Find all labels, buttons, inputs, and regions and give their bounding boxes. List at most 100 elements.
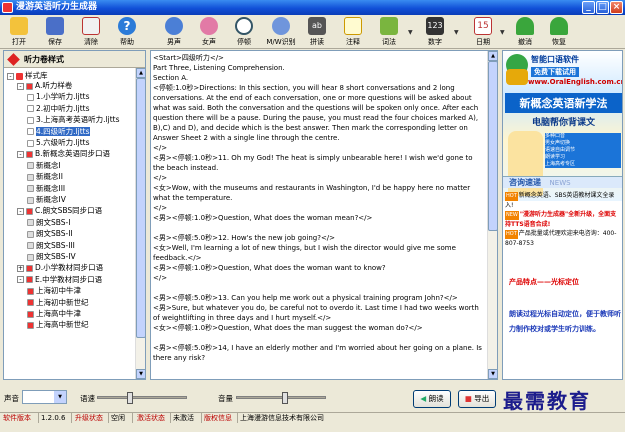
male-icon: [165, 17, 183, 35]
ad-url: www.OralEnglish.com.cn: [528, 78, 623, 86]
ad-panel[interactable]: 智能口语软件 免费下载试用 www.OralEnglish.com.cn 新概念…: [502, 50, 623, 380]
tree-item-label: 朗文SBS-IV: [36, 252, 76, 261]
undo-button[interactable]: 撤消: [508, 17, 542, 49]
digit-button[interactable]: 123 数字: [418, 17, 452, 49]
date-button[interactable]: 15 日期: [466, 17, 500, 49]
tree-item-label: 朗文SBS-I: [36, 217, 71, 227]
watermark: 最需教育: [503, 389, 591, 413]
scroll-down-icon[interactable]: ▼: [488, 369, 497, 379]
tree-root[interactable]: - 样式库: [7, 71, 48, 81]
tree-item[interactable]: - E.中学教材同步口语: [17, 275, 102, 285]
tree-item[interactable]: - B.新概念英语同步口语: [17, 149, 110, 159]
sidebar-scrollbar[interactable]: ▲ ▼: [135, 68, 146, 379]
collapse-icon[interactable]: -: [17, 276, 24, 284]
mw-detect-button[interactable]: M/W识别: [264, 17, 298, 49]
collapse-icon[interactable]: -: [17, 150, 24, 158]
tree-item[interactable]: 新概念III: [27, 184, 65, 194]
export-button[interactable]: ■ 导出: [458, 390, 496, 408]
tree-item[interactable]: 朗文SBS-IV: [27, 252, 76, 262]
news-item[interactable]: HOT 新概念英语、SBS英语教材课文全录入!: [505, 191, 622, 210]
read-button[interactable]: ◀ 朗读: [413, 390, 451, 408]
calendar-icon: 15: [474, 17, 492, 35]
redo-button[interactable]: 恢复: [542, 17, 576, 49]
vocab-button[interactable]: 词法: [372, 17, 406, 49]
collapse-icon[interactable]: -: [17, 207, 24, 215]
speed-slider[interactable]: [97, 392, 187, 404]
scroll-thumb[interactable]: [136, 78, 146, 338]
tree-item[interactable]: + D.小学教材同步口语: [17, 263, 103, 273]
window-controls: _ □ ×: [582, 1, 623, 14]
scroll-up-icon[interactable]: ▲: [488, 51, 497, 61]
spell-button[interactable]: ab 拼读: [300, 17, 334, 49]
maximize-button[interactable]: □: [596, 1, 609, 14]
folder-icon: [26, 207, 33, 215]
tree-item[interactable]: 朗文SBS-II: [27, 229, 73, 239]
news-list: HOT 新概念英语、SBS英语教材课文全录入! NEW "漫游听力生成器"全新升级，…: [505, 191, 622, 248]
clock-icon: [235, 17, 253, 35]
tree-item[interactable]: 上海高中新世纪: [27, 320, 89, 330]
collapse-icon[interactable]: -: [17, 82, 24, 90]
scroll-thumb[interactable]: [488, 61, 497, 231]
tree-item-label: C.朗文SBS同步口语: [35, 206, 103, 216]
title-bar: 漫游英语听力生成器 _ □ ×: [0, 0, 625, 15]
tree-item-label: 1.小学听力.ljtts: [36, 92, 90, 102]
folder-icon: [10, 17, 28, 35]
chevron-down-icon[interactable]: ▼: [54, 391, 66, 403]
toolbar: 打开 保存 清除 ? 帮助 男声 女声 停顿 M/W识别 ab 拼读 注释 词法 ▼…: [0, 15, 625, 49]
vocab-dropdown-icon[interactable]: ▼: [408, 29, 413, 36]
date-dropdown-icon[interactable]: ▼: [500, 29, 505, 36]
ad-brand: 智能口语软件: [531, 55, 579, 64]
tree-item[interactable]: 朗文SBS-III: [27, 241, 75, 251]
file-icon: [27, 219, 34, 227]
news-item[interactable]: HOT 产品批量或代理欢迎来电咨询：400-807-8753: [505, 229, 622, 248]
people-icon: [272, 17, 290, 35]
tree-item[interactable]: 朗文SBS-I: [27, 218, 70, 228]
tree-item[interactable]: 新概念I: [27, 161, 61, 171]
speed-slider-knob[interactable]: [126, 392, 133, 404]
minimize-button[interactable]: _: [582, 1, 595, 14]
digit-dropdown-icon[interactable]: ▼: [454, 29, 459, 36]
editor-scrollbar[interactable]: ▲ ▼: [487, 51, 497, 379]
undo-icon: [516, 17, 534, 35]
pause-button[interactable]: 停顿: [227, 17, 261, 49]
scroll-down-icon[interactable]: ▼: [136, 369, 146, 379]
clear-button[interactable]: 清除: [74, 17, 108, 49]
expand-icon[interactable]: +: [17, 264, 24, 272]
help-icon: ?: [118, 17, 136, 35]
tree-item-label: E.中学教材同步口语: [35, 274, 103, 284]
tree-item-label: 新概念IV: [36, 195, 66, 204]
ad-features: 多种口音 男女声切换 语速自由调节 朗读学习 上海高考专区: [545, 133, 621, 168]
tree-item[interactable]: 新概念II: [27, 172, 63, 182]
volume-slider[interactable]: [236, 392, 326, 404]
volume-slider-knob[interactable]: [282, 392, 289, 404]
open-button[interactable]: 打开: [2, 17, 36, 49]
promo-title: 产品特点——光标定位: [509, 278, 579, 286]
help-button[interactable]: ? 帮助: [110, 17, 144, 49]
voice-select[interactable]: ▼: [22, 390, 67, 404]
tree-item[interactable]: 新概念IV: [27, 195, 66, 205]
male-voice-button[interactable]: 男声: [157, 17, 191, 49]
tree-item[interactable]: 上海初中新世纪: [27, 298, 89, 308]
tree-item[interactable]: - A.听力样卷: [17, 81, 72, 91]
file-icon: [27, 299, 34, 307]
tree-item[interactable]: 上海初中牛津: [27, 286, 81, 296]
scroll-up-icon[interactable]: ▲: [136, 68, 146, 78]
tree-item[interactable]: 上海高中牛津: [27, 309, 81, 319]
save-button[interactable]: 保存: [38, 17, 72, 49]
tree-item[interactable]: - C.朗文SBS同步口语: [17, 206, 102, 216]
tree-item[interactable]: 4.四级听力.ljtts: [27, 126, 90, 137]
ad-banner-title: 新概念英语新学法: [505, 93, 622, 113]
news-item[interactable]: NEW "漫游听力生成器"全新升级，全面支持TTS语音合成!: [505, 210, 622, 229]
tree-item[interactable]: 1.小学听力.ljtts: [27, 92, 90, 102]
note-button[interactable]: 注释: [336, 17, 370, 49]
script-text[interactable]: <Start>四级听力</> Part Three, Listening Com…: [153, 53, 483, 363]
female-voice-button[interactable]: 女声: [192, 17, 226, 49]
tree-item[interactable]: 2.初中听力.ljtts: [27, 104, 90, 114]
file-icon: [27, 253, 34, 261]
tree-item[interactable]: 3.上海高考英语听力.ljtts: [27, 115, 120, 125]
speed-label: 语速: [80, 394, 95, 403]
tree-item-label: 3.上海高考英语听力.ljtts: [36, 115, 120, 125]
script-editor[interactable]: <Start>四级听力</> Part Three, Listening Com…: [150, 50, 498, 380]
tree-item[interactable]: 5.六级听力.ljtts: [27, 138, 90, 148]
close-button[interactable]: ×: [610, 1, 623, 14]
